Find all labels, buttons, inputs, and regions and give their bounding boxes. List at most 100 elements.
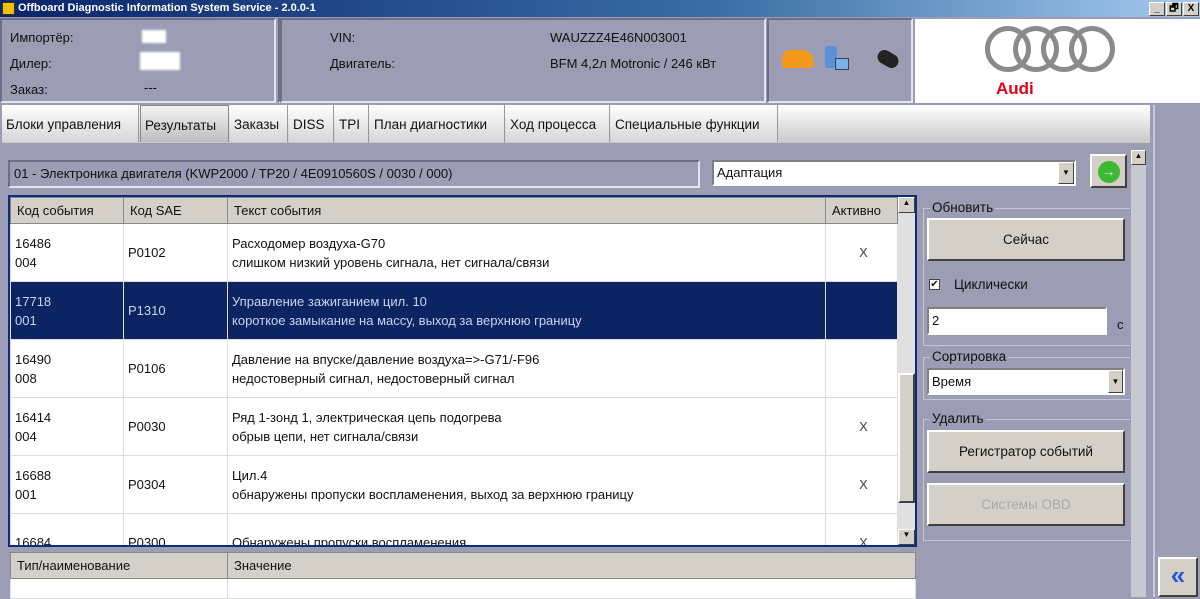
event-code-cell: 16684: [10, 513, 124, 547]
car-icon[interactable]: [782, 50, 814, 68]
event-text-cell: Управление зажиганием цил. 10 короткое за…: [227, 281, 826, 340]
sae-code: P0304: [123, 455, 228, 514]
vehicle-panel: VIN: Двигатель: WAUZZZ4E46N003001 BFM 4,…: [280, 18, 766, 103]
key-icon[interactable]: [874, 47, 902, 71]
event-text-cell: Расходомер воздуха-G70 слишком низкий уро…: [227, 223, 826, 282]
event-text-main: Расходомер воздуха-G70: [232, 235, 386, 251]
event-code: 17718: [15, 293, 52, 309]
importer-value-redacted: [142, 30, 166, 43]
sae-code: P1310: [123, 281, 228, 340]
tab-results[interactable]: Результаты: [140, 105, 229, 142]
tab-process[interactable]: Ход процесса: [506, 105, 610, 142]
table-row[interactable]: 16688 001 P0304 Цил.4 обнаружены пропуски …: [10, 455, 898, 514]
vin-value: WAUZZZ4E46N003001: [550, 30, 687, 45]
event-subcode: 001: [15, 312, 37, 328]
event-log-button[interactable]: Регистратор событий: [927, 430, 1125, 473]
title-bar: Offboard Diagnostic Information System S…: [0, 0, 1200, 17]
sort-value: Время: [932, 374, 972, 389]
tab-diagnostic-plan[interactable]: План диагностики: [370, 105, 505, 142]
col-event-code[interactable]: Код события: [10, 197, 124, 224]
function-select-value: Адаптация: [717, 165, 783, 180]
side-strip: «: [1153, 105, 1200, 597]
event-text-cell: Ряд 1-зонд 1, электрическая цепь подогре…: [227, 397, 826, 456]
sort-select[interactable]: Время ▼: [927, 368, 1125, 395]
obd-systems-button[interactable]: Системы OBD: [927, 483, 1125, 526]
engine-value: BFM 4,2л Motronic / 246 кВт: [550, 56, 717, 71]
active-flag: X: [825, 513, 898, 545]
event-text-detail: слишком низкий уровень сигнала, нет сигн…: [232, 254, 550, 270]
engine-label: Двигатель:: [330, 56, 395, 71]
order-value: ---: [144, 80, 157, 95]
tab-bar: Блоки управления Результаты Заказы DISS …: [2, 105, 1150, 143]
col-value[interactable]: Значение: [227, 552, 916, 579]
event-code-cell: 16490 008: [10, 339, 124, 398]
tab-orders[interactable]: Заказы: [230, 105, 288, 142]
col-active[interactable]: Активно: [825, 197, 898, 224]
event-text-detail: обнаружены пропуски воспламенения, выход…: [232, 486, 634, 502]
event-subcode: 004: [15, 428, 37, 444]
sae-code: P0030: [123, 397, 228, 456]
app-icon: [2, 2, 15, 15]
event-text-main: Цил.4: [232, 467, 268, 483]
audi-logo: Audi: [915, 19, 1200, 103]
refresh-now-button[interactable]: Сейчас: [927, 218, 1125, 261]
order-label: Заказ:: [10, 82, 48, 97]
table-row[interactable]: 17718 001 P1310 Управление зажиганием цил…: [10, 281, 898, 340]
sort-title: Сортировка: [930, 349, 1009, 364]
scroll-up-icon[interactable]: ▲: [898, 197, 915, 213]
chevron-down-icon[interactable]: ▼: [1058, 162, 1074, 184]
control-unit-display: 01 - Электроника двигателя (KWP2000 / TP…: [8, 160, 700, 188]
events-scrollbar[interactable]: ▲ ▼: [898, 197, 915, 545]
importer-label: Импортёр:: [10, 30, 74, 45]
event-subcode: 001: [15, 486, 37, 502]
table-row[interactable]: 16486 004 P0102 Расходомер воздуха-G70 сли…: [10, 223, 898, 282]
interval-input[interactable]: 2: [927, 307, 1107, 335]
go-button[interactable]: →: [1090, 154, 1127, 188]
cyclic-label: Циклически: [954, 277, 1028, 292]
event-text-detail: короткое замыкание на массу, выход за ве…: [232, 312, 582, 328]
active-flag: [825, 339, 898, 398]
event-code: 16684: [15, 535, 52, 547]
event-code-cell: 16486 004: [10, 223, 124, 282]
events-table-container: Код события Код SAE Текст события Активно 1…: [8, 195, 917, 547]
cyclic-checkbox[interactable]: ✔: [929, 279, 940, 290]
event-text-cell: Давление на впуске/давление воздуха=>-G7…: [227, 339, 826, 398]
delete-group: Удалить Регистратор событий Системы OBD: [923, 411, 1130, 541]
close-button[interactable]: X: [1183, 2, 1199, 16]
event-text-main: Обнаружены пропуски воспламенения: [232, 535, 467, 547]
table-row[interactable]: 16684 P0300 Обнаружены пропуски воспламе…: [10, 513, 898, 547]
scroll-up-icon[interactable]: ▲: [1131, 150, 1146, 165]
event-text-cell: Цил.4 обнаружены пропуски воспламенения, …: [227, 455, 826, 514]
active-flag: X: [825, 397, 898, 456]
col-event-text[interactable]: Текст события: [227, 197, 826, 224]
dealer-panel: Импортёр: Дилер: Заказ: ---: [0, 18, 276, 103]
collapse-double-chevron-icon[interactable]: «: [1158, 557, 1198, 597]
tab-control-units[interactable]: Блоки управления: [2, 105, 139, 142]
refresh-group: Обновить Сейчас ✔ Циклически 2 с: [923, 200, 1130, 346]
table-row[interactable]: 16414 004 P0030 Ряд 1-зонд 1, электрическ…: [10, 397, 898, 456]
restore-button[interactable]: 🗗: [1166, 2, 1182, 16]
delete-title: Удалить: [930, 411, 986, 426]
status-icons-panel: [767, 18, 913, 103]
col-type-name[interactable]: Тип/наименование: [10, 552, 228, 579]
tab-tpi[interactable]: TPI: [335, 105, 369, 142]
tab-diss[interactable]: DISS: [289, 105, 334, 142]
function-select[interactable]: Адаптация ▼: [712, 160, 1076, 186]
minimize-button[interactable]: _: [1149, 2, 1165, 16]
scroll-thumb[interactable]: [898, 373, 915, 503]
network-icon[interactable]: [825, 46, 849, 70]
tab-special-functions[interactable]: Специальные функции: [611, 105, 778, 142]
table-row[interactable]: 16490 008 P0106 Давление на впуске/давлен…: [10, 339, 898, 398]
chevron-down-icon[interactable]: ▼: [1108, 370, 1123, 393]
details-table: Тип/наименование Значение: [10, 552, 916, 599]
vin-label: VIN:: [330, 30, 356, 45]
event-code: 16490: [15, 351, 52, 367]
content-scrollbar[interactable]: ▲: [1131, 150, 1146, 597]
active-flag: X: [825, 223, 898, 282]
event-subcode: 008: [15, 370, 37, 386]
scroll-down-icon[interactable]: ▼: [898, 529, 915, 545]
arrow-right-icon: →: [1097, 161, 1120, 183]
active-flag: [825, 281, 898, 340]
col-sae-code[interactable]: Код SAE: [123, 197, 228, 224]
interval-unit: с: [1117, 317, 1124, 332]
